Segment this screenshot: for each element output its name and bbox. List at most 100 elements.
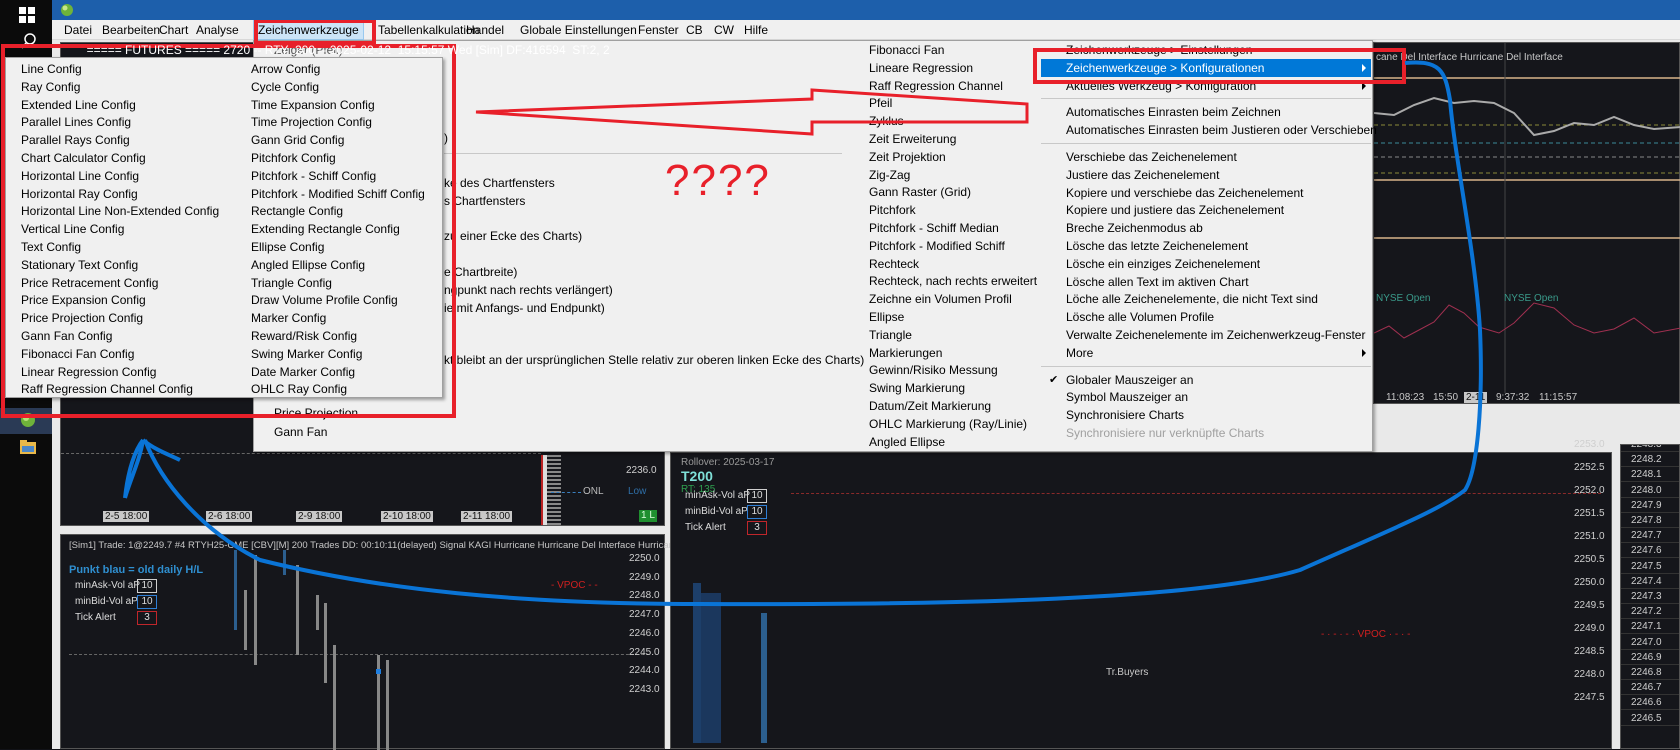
menu-item-option[interactable]: Justiere das Zeichenelement <box>1041 166 1371 184</box>
menu-item-partial[interactable]: ie mit Anfangs- und Endpunkt) <box>444 299 605 317</box>
menu-item-option[interactable]: More <box>1041 344 1371 362</box>
submenu-item-config[interactable]: Gann Fan Config <box>21 327 112 345</box>
submenu-item-config[interactable]: Stationary Text Config <box>21 256 138 274</box>
menu-item-option[interactable]: Löche alle Zeichenelemente, die nicht Te… <box>1041 290 1371 308</box>
menu-item-option[interactable]: Verwalte Zeichenelemente im Zeichenwerkz… <box>1041 326 1371 344</box>
submenu-item-config[interactable]: Price Retracement Config <box>21 274 158 292</box>
menu-item-tool[interactable]: Lineare Regression <box>869 59 973 77</box>
menu-item-option[interactable]: Synchronisiere Charts <box>1041 406 1371 424</box>
ladder-row[interactable]: 2247.4 <box>1621 574 1679 589</box>
menu-item-option[interactable]: Kopiere und verschiebe das Zeichenelemen… <box>1041 184 1371 202</box>
submenu-item-config[interactable]: OHLC Ray Config <box>251 380 347 398</box>
menu-item-tool[interactable]: Swing Markierung <box>869 379 965 397</box>
menu-item-option[interactable]: Symbol Mauszeiger an <box>1041 388 1371 406</box>
ladder-row[interactable]: 2247.0 <box>1621 635 1679 650</box>
ladder-row[interactable]: 2247.1 <box>1621 619 1679 635</box>
menu-analyse[interactable]: Analyse <box>192 20 243 40</box>
ladder-row[interactable]: 2246.9 <box>1621 650 1679 665</box>
ladder-row[interactable]: 2247.7 <box>1621 528 1679 544</box>
submenu-item-config[interactable]: Raff Regression Channel Config <box>21 380 193 398</box>
submenu-item-config[interactable]: Pitchfork - Schiff Config <box>251 167 376 185</box>
ladder-row[interactable]: 2246.5 <box>1621 711 1679 726</box>
ladder-row[interactable]: 2248.3 <box>1621 445 1679 452</box>
ladder-row[interactable]: 2247.6 <box>1621 543 1679 559</box>
ladder-row[interactable]: 2247.9 <box>1621 498 1679 513</box>
menu-item-option[interactable]: Automatisches Einrasten beim Justieren o… <box>1041 121 1377 139</box>
chart-bottom-left[interactable]: [Sim1] Trade: 1@2249.7 #4 RTYH25-CME [CB… <box>60 534 679 750</box>
ladder-row[interactable]: 2248.1 <box>1621 467 1679 483</box>
ladder-row[interactable]: 2248.0 <box>1621 483 1679 498</box>
menu-zeichenwerkzeuge[interactable]: Zeichenwerkzeuge <box>253 20 364 40</box>
submenu-item-config[interactable]: Time Expansion Config <box>251 96 375 114</box>
menu-item-partial[interactable]: ke des Chartfensters <box>444 174 555 192</box>
menu-globale-einstellungen[interactable]: Globale Einstellungen <box>516 20 641 40</box>
menu-item-tool[interactable]: Pitchfork <box>869 201 916 219</box>
menu-item-tool[interactable]: Fibonacci Fan <box>869 41 944 59</box>
submenu-item-config[interactable]: Arrow Config <box>251 60 320 78</box>
menu-item-tool[interactable]: Pitchfork - Schiff Median <box>869 219 999 237</box>
submenu-item-config[interactable]: Marker Config <box>251 309 326 327</box>
search-icon[interactable] <box>21 33 37 49</box>
submenu-item-config[interactable]: Ray Config <box>21 78 80 96</box>
menu-item-tool[interactable]: Gewinn/Risiko Messung <box>869 361 998 379</box>
menu-item-tool[interactable]: Zig-Zag <box>869 166 910 184</box>
menu-item-tool[interactable]: Zyklus <box>869 112 904 130</box>
menu-item-partial[interactable]: s Chartfensters <box>444 192 525 210</box>
submenu-item-config[interactable]: Gann Grid Config <box>251 131 344 149</box>
ladder-row[interactable]: 2248.2 <box>1621 452 1679 468</box>
menu-fenster[interactable]: Fenster <box>634 20 683 40</box>
globe-app-icon[interactable] <box>20 412 36 428</box>
submenu-item-config[interactable]: Text Config <box>21 238 81 256</box>
submenu-item-config[interactable]: Horizontal Line Non-Extended Config <box>21 202 219 220</box>
menu-item-tool[interactable]: Zeit Erweiterung <box>869 130 956 148</box>
menu-item-option[interactable]: Globaler Mauszeiger an ✔ <box>1041 371 1371 389</box>
submenu-item-config[interactable]: Pitchfork - Modified Schiff Config <box>251 185 425 203</box>
menu-item-option[interactable]: Lösche allen Text im aktiven Chart <box>1041 273 1371 291</box>
ladder-row[interactable]: 2246.8 <box>1621 665 1679 680</box>
folder-icon[interactable] <box>20 440 36 454</box>
submenu-item-config[interactable]: Extending Rectangle Config <box>251 220 400 238</box>
menu-item-option[interactable]: Automatisches Einrasten beim Zeichnen <box>1041 103 1371 121</box>
menu-item-option[interactable]: Lösche alle Volumen Profile <box>1041 308 1371 326</box>
submenu-item-config[interactable]: Ellipse Config <box>251 238 324 256</box>
submenu-item-config[interactable]: Chart Calculator Config <box>21 149 146 167</box>
submenu-item-config[interactable]: Cycle Config <box>251 78 319 96</box>
menu-item-option[interactable]: Zeichenwerkzeuge > Konfigurationen <box>1041 58 1371 77</box>
menu-item-partial[interactable]: kt bleibt an der ursprünglichen Stelle r… <box>444 351 864 369</box>
menu-item-option[interactable]: Lösche ein einziges Zeichenelement <box>1041 255 1371 273</box>
submenu-item-config[interactable]: Triangle Config <box>251 274 332 292</box>
submenu-item-config[interactable]: Reward/Risk Config <box>251 327 357 345</box>
chart-bottom-middle[interactable]: Rollover: 2025-03-17 T200 RT: 135 minAsk… <box>670 439 1612 749</box>
chart-top-right[interactable]: cane Del Interface Hurricane Del Interfa… <box>1373 42 1680 404</box>
menu-item-price-projection[interactable]: Price Projection <box>274 404 358 422</box>
menu-item-tool[interactable]: Pitchfork - Modified Schiff <box>869 237 1005 255</box>
menu-item-tool[interactable]: Raff Regression Channel <box>869 77 1003 95</box>
submenu-item-config[interactable]: Pitchfork Config <box>251 149 336 167</box>
menu-item-tool[interactable]: Angled Ellipse <box>869 433 945 451</box>
submenu-item-config[interactable]: Parallel Rays Config <box>21 131 130 149</box>
submenu-item-config[interactable]: Rectangle Config <box>251 202 343 220</box>
submenu-item-config[interactable]: Price Expansion Config <box>21 291 146 309</box>
submenu-item-config[interactable]: Extended Line Config <box>21 96 136 114</box>
menu-cw[interactable]: CW <box>710 20 738 40</box>
price-ladder[interactable]: 2248.3 2248.2 2248.1 2248.0 2247.9 2247.8 2247… <box>1620 444 1680 749</box>
submenu-item-config[interactable]: Horizontal Line Config <box>21 167 139 185</box>
menu-item-partial[interactable]: zu einer Ecke des Charts) <box>444 227 582 245</box>
ladder-row[interactable]: 2247.5 <box>1621 559 1679 574</box>
submenu-item-config[interactable]: Draw Volume Profile Config <box>251 291 398 309</box>
menu-item-option[interactable]: Kopiere und justiere das Zeichenelement <box>1041 201 1371 219</box>
menu-item-partial[interactable]: e Chartbreite) <box>444 263 517 281</box>
submenu-item-config[interactable]: Angled Ellipse Config <box>251 256 365 274</box>
menu-item-option[interactable]: Zeichenwerkzeuge > Einstellungen <box>1041 41 1371 59</box>
menu-chart[interactable]: Chart <box>155 20 192 40</box>
ladder-row[interactable]: 2247.2 <box>1621 604 1679 620</box>
submenu-item-config[interactable]: Parallel Lines Config <box>21 113 131 131</box>
menu-item-gann-fan[interactable]: Gann Fan <box>274 423 327 441</box>
submenu-item-config[interactable]: Horizontal Ray Config <box>21 185 138 203</box>
submenu-item-config[interactable]: Time Projection Config <box>251 113 372 131</box>
submenu-item-config[interactable]: Fibonacci Fan Config <box>21 345 134 363</box>
menu-item-option[interactable]: Lösche das letzte Zeichenelement <box>1041 237 1371 255</box>
submenu-item-config[interactable]: Vertical Line Config <box>21 220 124 238</box>
menu-item-option[interactable]: Aktuelles Werkzeug > Konfiguration <box>1041 77 1371 95</box>
ladder-row[interactable]: 2247.3 <box>1621 589 1679 604</box>
